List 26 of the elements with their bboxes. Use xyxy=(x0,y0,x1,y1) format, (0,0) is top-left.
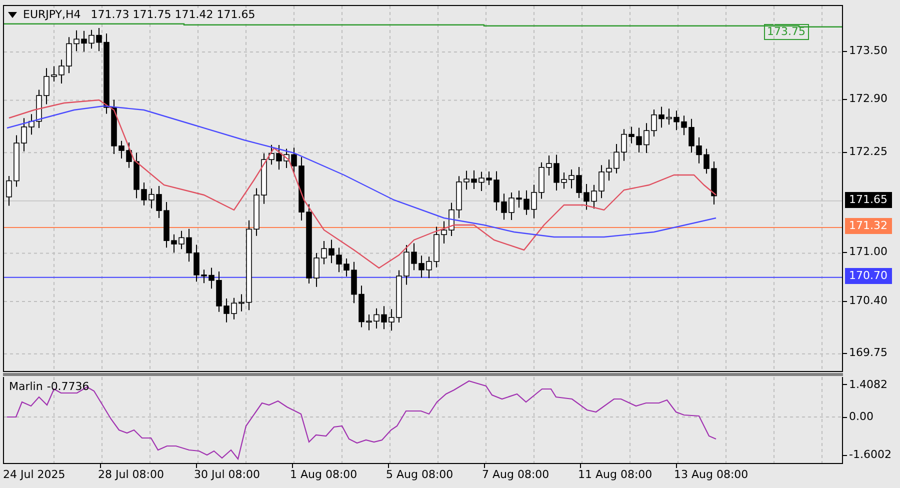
time-axis-label: 30 Jul 08:00 xyxy=(194,468,260,481)
time-axis-label: 13 Aug 08:00 xyxy=(674,468,748,481)
dropdown-triangle-icon[interactable] xyxy=(8,12,17,18)
price-tag: 170.70 xyxy=(845,268,892,284)
time-axis-label: 24 Jul 2025 xyxy=(3,468,66,481)
indicator-axis-label: 1.4082 xyxy=(849,377,888,393)
price-axis-label: 173.50 xyxy=(849,43,888,59)
price-axis-label: 169.75 xyxy=(849,344,888,361)
price-tag: 171.65 xyxy=(845,192,892,208)
time-axis-label: 28 Jul 08:00 xyxy=(98,468,164,481)
indicator-axis-label: 0.00 xyxy=(849,409,874,425)
symbol-label: EURJPY,H4 xyxy=(23,8,81,21)
price-axis-label: 172.25 xyxy=(849,144,888,160)
time-axis-label: 11 Aug 08:00 xyxy=(578,468,652,481)
indicator-name: Marlin xyxy=(9,380,43,393)
price-axis-label: 170.40 xyxy=(849,292,888,309)
time-axis-label: 7 Aug 08:00 xyxy=(482,468,550,481)
level-label: 173.75 xyxy=(764,24,808,40)
price-axis-label: 171.00 xyxy=(849,244,888,260)
price-axis-label: 172.90 xyxy=(849,91,888,108)
indicator-axis-label: -1.6002 xyxy=(849,446,892,463)
time-axis-label: 1 Aug 08:00 xyxy=(290,468,358,481)
price-tag: 171.32 xyxy=(845,218,892,234)
indicator-value: -0.7736 xyxy=(46,380,90,393)
ohlc-values: 171.73 171.75 171.42 171.65 xyxy=(90,8,256,21)
time-axis-label: 5 Aug 08:00 xyxy=(386,468,454,481)
